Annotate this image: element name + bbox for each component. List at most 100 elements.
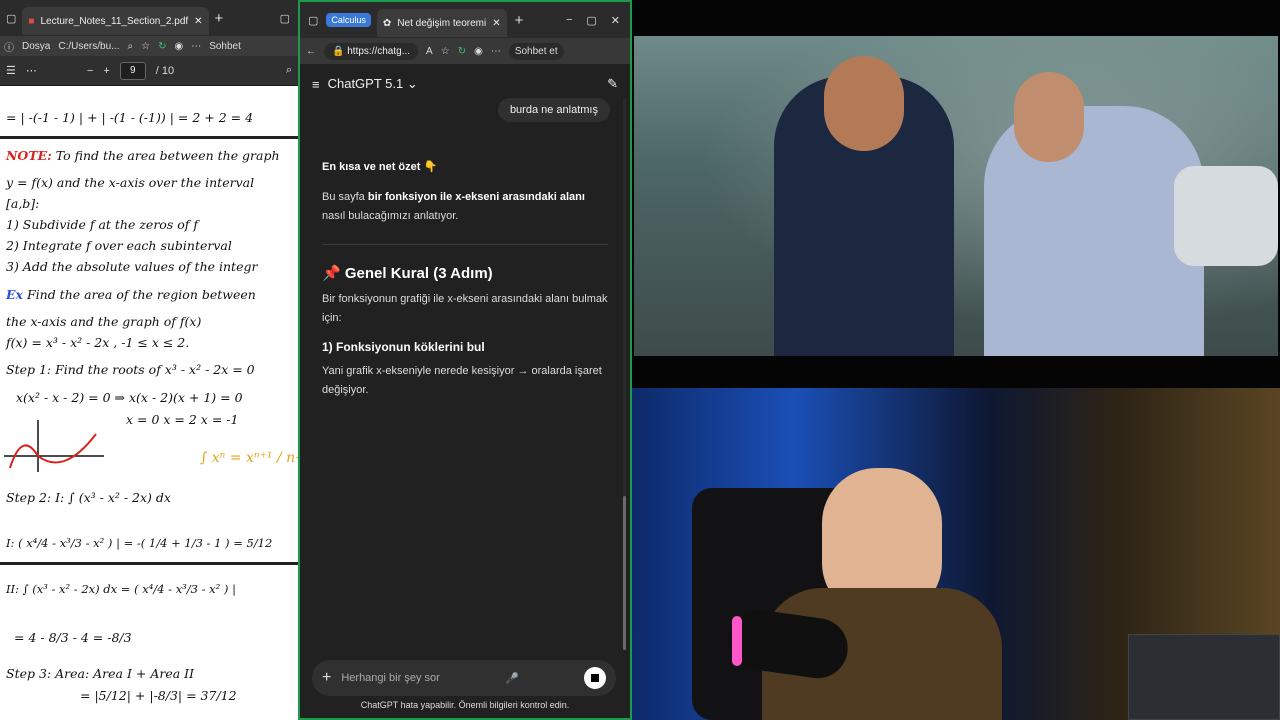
function-sketch-icon [4,420,104,472]
microphone-icon[interactable]: 🎤 [505,672,519,685]
section-intro: Bir fonksiyonun grafiği ile x-ekseni ara… [322,293,608,324]
summary-post: nasıl bulacağımızı anlatıyor. [322,210,459,222]
favorite-icon[interactable]: ☆ [141,41,150,52]
model-selector[interactable]: ChatGPT 5.1 ⌄ [328,76,418,92]
scrollbar-thumb[interactable] [623,496,626,650]
note-line: = | -(-1 - 1) | + | -(1 - (-1)) | = 2 + … [6,110,254,125]
close-tab-icon[interactable]: ✕ [194,16,202,27]
user-message: burda ne anlatmış [497,98,610,122]
webcam-video [632,388,1280,720]
new-chat-icon[interactable]: ✎ [607,76,618,92]
avatar[interactable]: ◉ [174,41,183,52]
tab-chatgpt[interactable]: ✿ Net değişim teoremi ✕ [376,9,507,37]
maximize-icon[interactable]: ▢ [586,14,596,27]
stop-icon [590,674,599,682]
zoom-in-icon[interactable]: + [103,65,109,77]
person-right [984,106,1204,356]
section-title: 📌 Genel Kural (3 Adım) [322,265,493,282]
model-name: ChatGPT 5.1 [327,76,404,91]
minimize-icon[interactable]: ▢ [280,12,298,25]
window-menu-icon[interactable]: ▢ [300,14,326,27]
tab-title: Lecture_Notes_11_Section_2.pdf [40,15,189,27]
note-line: x = 0 x = 2 x = -1 [126,412,239,427]
pdf-icon: ■ [28,15,35,27]
note-line: I: ( x⁴/4 - x³/3 - x² ) | = -( 1/4 + 1/3… [6,536,273,550]
pdf-address-bar: ⓘ Dosya C:/Users/bu... ⌕ ☆ ↻ ◉ ⋯ Sohbet [0,36,298,56]
avatar[interactable]: ◉ [474,46,483,57]
more-icon[interactable]: ⋯ [491,46,501,57]
tab-group-badge[interactable]: Calculus [326,13,371,27]
person-right-head [1014,72,1084,162]
divider [322,244,608,245]
address-path[interactable]: C:/Users/bu... [58,41,119,52]
note-line: Step 3: Area: Area I + Area II [6,666,195,681]
step-text: Yani grafik x-ekseniyle nerede kesişiyor… [322,365,602,396]
example-label: Ex [6,287,23,302]
copilot-button[interactable]: Sohbet et [508,42,564,60]
input-placeholder: Herhangi bir şey sor [341,672,440,684]
summary-pre: Bu sayfa [322,191,368,203]
pdf-viewer-window: ▢ ■ Lecture_Notes_11_Section_2.pdf ✕ + ▢… [0,0,298,720]
note-line: f(x) = x³ - x² - 2x , -1 ≤ x ≤ 2. [6,335,190,350]
mini-webcam [1128,634,1280,720]
car [1174,166,1278,266]
chat-input[interactable]: + Herhangi bir şey sor 🎤 [312,660,616,696]
minimize-icon[interactable]: − [566,14,572,26]
more-icon[interactable]: ⋯ [26,64,37,77]
list-icon[interactable]: ☰ [6,64,16,77]
favorite-icon[interactable]: ☆ [441,46,450,57]
note-text: To find the area between the graph [55,148,280,163]
note-line: Ex Find the area of the region between [6,287,256,302]
stop-button[interactable] [583,667,606,689]
pdf-toolbar: ☰ ⋯ − + 9 / 10 ⌕ [0,56,298,86]
copilot-button[interactable]: Sohbet [209,41,241,52]
tab-pdf[interactable]: ■ Lecture_Notes_11_Section_2.pdf ✕ [22,7,209,35]
example-text: Find the area of the region between [26,287,256,302]
close-tab-icon[interactable]: ✕ [492,18,500,29]
chatgpt-browser-window: ▢ Calculus ✿ Net değişim teoremi ✕ + − ▢… [298,0,632,720]
summary-text: Bu sayfa bir fonksiyon ile x-ekseni aras… [322,188,608,226]
note-line: 1) Subdivide f at the zeros of f [6,217,198,232]
page-number-input[interactable]: 9 [119,61,146,80]
page-total: / 10 [155,64,175,77]
note-line: Step 1: Find the roots of x³ - x² - 2x =… [6,362,255,377]
sidebar-toggle-icon[interactable]: ≡ [312,77,320,92]
note-line: 2) Integrate f over each subinterval [6,238,232,253]
url-field[interactable]: 🔒 https://chatg... [324,42,419,60]
refresh-icon[interactable]: ↻ [458,46,466,57]
note-line: [a,b]: [6,196,40,211]
back-icon[interactable]: ← [306,46,316,57]
step-title: 1) Fonksiyonun köklerini bul [322,340,485,354]
note-line: x(x² - x - 2) = 0 ⇒ x(x - 2)(x + 1) = 0 [16,390,243,405]
new-tab-icon[interactable]: + [515,12,524,29]
divider [0,562,298,565]
power-rule-formula: ∫ xⁿ = xⁿ⁺¹ / n+1 [200,450,298,466]
window-menu-icon[interactable]: ▢ [0,12,22,25]
chatgpt-logo-icon: ✿ [382,17,392,29]
note-line: = |5/12| + |-8/3| = 37/12 [80,688,237,703]
zoom-out-icon[interactable]: − [87,65,93,77]
refresh-icon[interactable]: ↻ [158,41,166,52]
movie-scene-video [634,36,1278,356]
disclaimer-text: ChatGPT hata yapabilir. Önemli bilgileri… [360,700,570,710]
pdf-page-content: = | -(-1 - 1) | + | -(1 - (-1)) | = 2 + … [0,86,298,720]
file-icon: ⓘ [4,42,14,54]
lock-icon: 🔒 [332,45,345,57]
person-left-head [824,56,904,151]
tab-title: Net değişim teoremi [397,17,487,29]
add-attachment-icon[interactable]: + [322,669,331,687]
chat-tab-bar: ▢ Calculus ✿ Net değişim teoremi ✕ + − ▢… [300,2,630,38]
read-aloud-icon[interactable]: A [426,46,433,57]
note-line: the x-axis and the graph of f(x) [6,314,202,329]
search-icon[interactable]: ⌕ [128,41,134,52]
more-icon[interactable]: ⋯ [191,41,201,52]
new-tab-icon[interactable]: + [215,10,224,27]
divider [0,136,298,139]
summary-title: En kısa ve net özet 👇 [322,161,438,173]
video-area [632,0,1280,720]
close-window-icon[interactable]: ✕ [611,14,620,27]
search-icon[interactable]: ⌕ [286,64,292,77]
pdf-tab-bar: ▢ ■ Lecture_Notes_11_Section_2.pdf ✕ + ▢ [0,0,298,36]
mic-light [732,616,742,666]
address-label: Dosya [22,40,51,52]
